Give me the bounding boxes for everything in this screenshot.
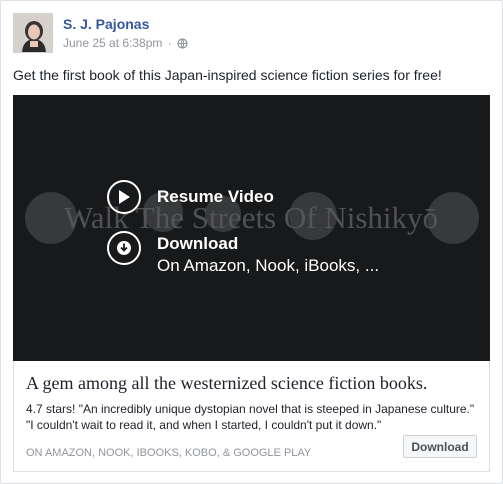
card-description: 4.7 stars! "An incredibly unique dystopi…	[26, 402, 475, 432]
card-download-button[interactable]: Download	[403, 435, 477, 458]
download-icon	[107, 231, 141, 265]
link-card[interactable]: A gem among all the westernized science …	[13, 361, 490, 472]
post-header: S. J. Pajonas June 25 at 6:38pm ·	[13, 13, 483, 55]
post-meta: June 25 at 6:38pm ·	[63, 36, 188, 52]
download-labels: Download On Amazon, Nook, iBooks, ...	[157, 234, 379, 276]
card-source: ON AMAZON, NOOK, IBOOKS, KOBO, & GOOGLE …	[26, 447, 312, 459]
post-timestamp[interactable]: June 25 at 6:38pm	[63, 36, 162, 50]
download-overlay-button[interactable]: Download On Amazon, Nook, iBooks, ...	[107, 231, 379, 276]
download-sublabel: On Amazon, Nook, iBooks, ...	[157, 256, 380, 275]
globe-icon[interactable]	[177, 38, 188, 52]
feed-post: S. J. Pajonas June 25 at 6:38pm · Get th…	[0, 0, 503, 484]
play-icon	[107, 180, 141, 214]
card-title[interactable]: A gem among all the westernized science …	[26, 373, 427, 394]
post-text: Get the first book of this Japan-inspire…	[13, 67, 442, 83]
resume-video-label: Resume Video	[157, 187, 274, 206]
video-player[interactable]: Walk The Streets Of Nishikyō Resume Vide…	[13, 95, 490, 361]
download-label: Download	[157, 234, 239, 253]
author-avatar[interactable]	[13, 13, 53, 53]
author-name[interactable]: S. J. Pajonas	[63, 16, 149, 32]
resume-video-button[interactable]: Resume Video	[107, 180, 274, 214]
meta-separator: ·	[167, 36, 172, 50]
